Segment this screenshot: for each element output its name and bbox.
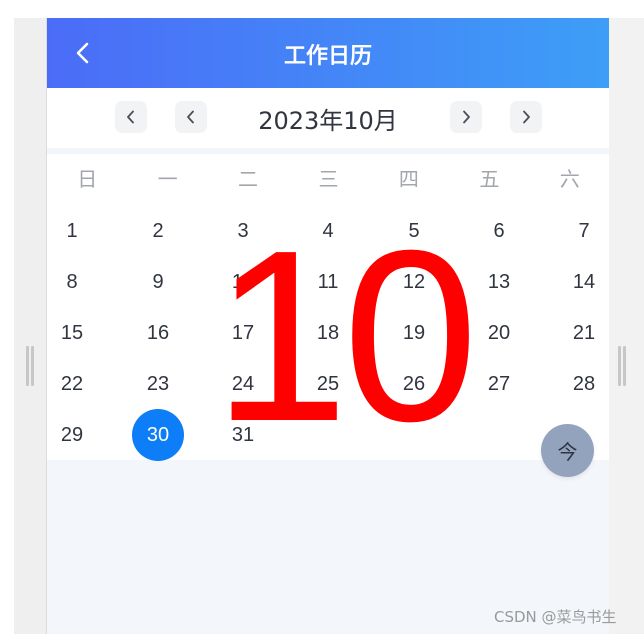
day-cell[interactable]: 28 [558,358,609,410]
day-cell[interactable]: 27 [473,358,525,410]
chevron-right-icon [523,110,530,124]
left-panel [14,18,46,634]
day-cell[interactable]: 31 [217,409,269,461]
day-cell[interactable]: 13 [473,256,525,308]
month-navigation: 2023年10月 [47,88,609,148]
day-cell[interactable]: 3 [217,205,269,257]
day-cell[interactable]: 15 [47,307,98,359]
day-cell[interactable]: 11 [302,256,354,308]
today-button-label: 今 [557,440,578,464]
next-month-button[interactable] [450,101,482,133]
today-button[interactable]: 今 [541,424,594,477]
day-cell[interactable]: 26 [388,358,440,410]
day-cell[interactable]: 2 [132,205,184,257]
weekday-label: 二 [238,167,259,191]
day-cell[interactable]: 25 [302,358,354,410]
right-resize-handle[interactable] [618,346,626,386]
day-cell[interactable]: 7 [558,205,609,257]
day-cell[interactable]: 16 [132,307,184,359]
right-panel [609,18,644,634]
day-cell[interactable]: 24 [217,358,269,410]
day-cell[interactable]: 20 [473,307,525,359]
days-grid: 1 2 3 4 5 6 7 8 9 10 11 12 13 14 15 16 17 18 19 20 21 22 23 24 2… [47,204,609,461]
credit-text: CSDN @菜鸟书生 [494,608,617,626]
weekday-label: 六 [559,167,580,191]
day-cell[interactable]: 21 [558,307,609,359]
day-cell[interactable]: 22 [47,358,98,410]
day-cell[interactable]: 9 [132,256,184,308]
day-cell[interactable]: 8 [47,256,98,308]
page-title: 工作日历 [283,44,372,69]
day-cell[interactable]: 18 [302,307,354,359]
weekday-label: 日 [77,167,98,191]
weekday-label: 五 [479,167,500,191]
selected-day[interactable]: 30 [132,409,184,461]
calendar-screen: 工作日历 2023年10月 日 一 二 三 四 五 六 1 2 3 4 5 6 7 8 9 10 1… [46,18,609,634]
day-cell[interactable]: 14 [558,256,609,308]
day-cell[interactable]: 12 [388,256,440,308]
weekday-header: 日 一 二 三 四 五 六 [47,154,609,204]
next-year-button[interactable] [510,101,542,133]
day-cell[interactable]: 19 [388,307,440,359]
day-cell[interactable]: 6 [473,205,525,257]
day-cell[interactable]: 29 [47,409,98,461]
header-bar: 工作日历 [47,18,609,88]
weekday-label: 三 [318,167,339,191]
chevron-right-icon [463,110,470,124]
day-cell[interactable]: 10 [217,256,269,308]
day-cell[interactable]: 5 [388,205,440,257]
day-cell[interactable]: 1 [47,205,98,257]
day-cell[interactable]: 23 [132,358,184,410]
weekday-label: 四 [398,167,419,191]
day-cell[interactable]: 4 [302,205,354,257]
left-resize-handle[interactable] [26,346,34,386]
day-cell[interactable]: 17 [217,307,269,359]
weekday-label: 一 [157,167,178,191]
